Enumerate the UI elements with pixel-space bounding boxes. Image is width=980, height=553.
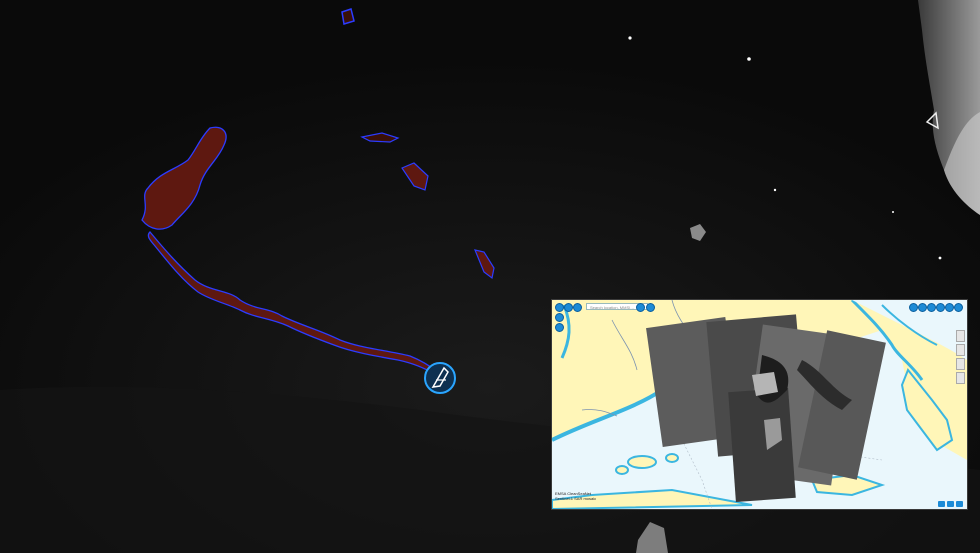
side-tab-1[interactable] bbox=[956, 330, 965, 342]
user-icon[interactable] bbox=[945, 303, 954, 312]
print-icon[interactable] bbox=[918, 303, 927, 312]
side-tab-2[interactable] bbox=[956, 344, 965, 356]
help-icon[interactable] bbox=[936, 303, 945, 312]
basemap-button[interactable] bbox=[947, 501, 954, 507]
side-tab-3[interactable] bbox=[956, 358, 965, 370]
measure-icon[interactable] bbox=[909, 303, 918, 312]
zoom-in-button[interactable] bbox=[555, 313, 564, 322]
menu-button[interactable] bbox=[555, 303, 564, 312]
settings-icon[interactable] bbox=[954, 303, 963, 312]
search-icon[interactable] bbox=[636, 303, 645, 312]
zoom-out-button[interactable] bbox=[555, 323, 564, 332]
filter-button[interactable] bbox=[573, 303, 582, 312]
locate-icon[interactable] bbox=[646, 303, 655, 312]
info-button[interactable] bbox=[956, 501, 963, 507]
vessel-marker-icon[interactable] bbox=[424, 362, 456, 394]
caption-line-2: Sentinel-1 SAR mosaic bbox=[555, 496, 597, 501]
inset-map[interactable]: Search location, MMSI… EMSA CleanSeaNet … bbox=[551, 299, 968, 510]
side-tab-4[interactable] bbox=[956, 372, 965, 384]
fullscreen-button[interactable] bbox=[938, 501, 945, 507]
inset-map-canvas bbox=[552, 300, 967, 509]
share-icon[interactable] bbox=[927, 303, 936, 312]
layers-button[interactable] bbox=[564, 303, 573, 312]
map-caption: EMSA CleanSeaNet Sentinel-1 SAR mosaic bbox=[555, 491, 596, 501]
